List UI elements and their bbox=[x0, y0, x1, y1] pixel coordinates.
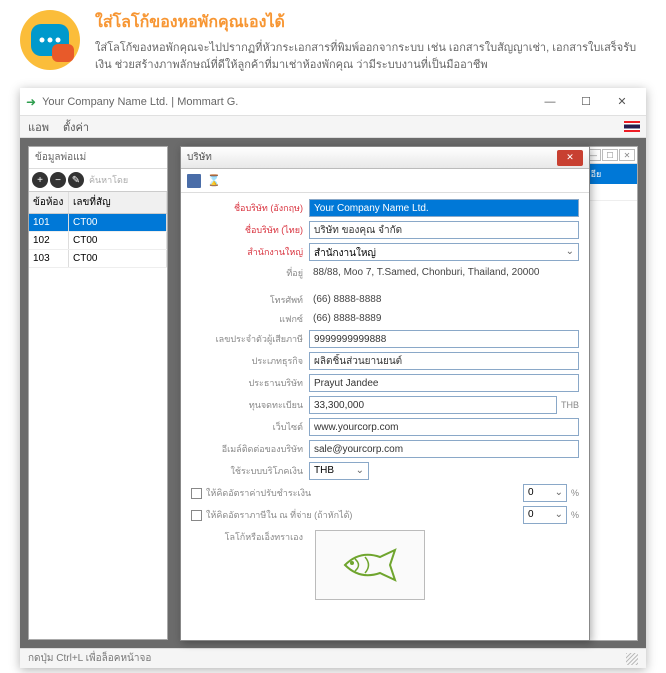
save-icon[interactable] bbox=[187, 174, 201, 188]
capital-input[interactable] bbox=[309, 396, 557, 414]
logo-preview[interactable] bbox=[315, 530, 425, 600]
ceo-input[interactable] bbox=[309, 374, 579, 392]
col-room[interactable]: ข้อห้อง bbox=[29, 192, 69, 213]
table-row[interactable]: 102CT00 bbox=[29, 232, 167, 250]
flag-icon[interactable] bbox=[624, 121, 640, 132]
fax-text: (66) 8888-8889 bbox=[309, 311, 579, 326]
remove-button[interactable]: − bbox=[50, 172, 66, 188]
fish-logo-icon bbox=[340, 545, 400, 585]
edit-button[interactable]: ✎ bbox=[68, 172, 84, 188]
search-mini[interactable]: ค้นหาโดย bbox=[86, 173, 164, 187]
promo-icon bbox=[20, 10, 80, 70]
promo-desc: ใส่โลโก้ของหอพักคุณจะไปปรากฏที่หัวกระเอก… bbox=[95, 40, 646, 73]
hq-select[interactable]: สำนักงานใหญ่ bbox=[309, 243, 579, 261]
maximize-button[interactable]: ☐ bbox=[568, 91, 604, 113]
email-input[interactable] bbox=[309, 440, 579, 458]
col-contract[interactable]: เลขที่สัญ bbox=[69, 192, 167, 213]
add-button[interactable]: + bbox=[32, 172, 48, 188]
status-text: กดปุ่ม Ctrl+L เพื่อล็อคหน้าจอ bbox=[28, 651, 151, 666]
panel-max-button[interactable]: ☐ bbox=[602, 149, 618, 161]
table-row[interactable]: 101CT00 bbox=[29, 214, 167, 232]
menubar: แอพ ตั้งค่า bbox=[20, 116, 646, 138]
hourglass-icon[interactable]: ⌛ bbox=[207, 174, 221, 187]
tax-checkbox[interactable] bbox=[191, 510, 202, 521]
close-button[interactable]: ✕ bbox=[604, 91, 640, 113]
promo-title: ใส่โลโก้ของหอพักคุณเองได้ bbox=[95, 10, 646, 35]
panel-close-button[interactable]: ✕ bbox=[619, 149, 635, 161]
panel-tab[interactable]: ข้อมูลพ่อแม่ bbox=[29, 147, 167, 169]
address-text: 88/88, Moo 7, T.Samed, Chonburi, Thailan… bbox=[309, 265, 579, 280]
late-fee-checkbox[interactable] bbox=[191, 488, 202, 499]
window-title: Your Company Name Ltd. | Mommart G. bbox=[42, 96, 238, 108]
table-row[interactable]: 103CT00 bbox=[29, 250, 167, 268]
company-dialog: บริษัท ✕ ⌛ ชื่อบริษัท (อังกฤษ) ชื่อบริษั… bbox=[180, 146, 590, 641]
dialog-close-button[interactable]: ✕ bbox=[557, 150, 583, 166]
company-name-en-input[interactable] bbox=[309, 199, 579, 217]
app-window: ➜ Your Company Name Ltd. | Mommart G. — … bbox=[20, 88, 646, 668]
grid: ข้อห้อง เลขที่สัญ 101CT00 102CT00 103CT0… bbox=[29, 191, 167, 268]
tax-pct-select[interactable]: 0 bbox=[523, 506, 567, 524]
minimize-button[interactable]: — bbox=[532, 91, 568, 113]
menu-app[interactable]: แอพ bbox=[28, 118, 49, 136]
left-panel: ข้อมูลพ่อแม่ + − ✎ ค้นหาโดย ข้อห้อง เลขท… bbox=[28, 146, 168, 640]
tax-id-input[interactable] bbox=[309, 330, 579, 348]
website-input[interactable] bbox=[309, 418, 579, 436]
company-name-th-input[interactable] bbox=[309, 221, 579, 239]
phone-text: (66) 8888-8888 bbox=[309, 292, 579, 307]
statusbar: กดปุ่ม Ctrl+L เพื่อล็อคหน้าจอ bbox=[20, 648, 646, 668]
resize-grip[interactable] bbox=[626, 653, 638, 665]
dialog-title: บริษัท bbox=[187, 150, 212, 165]
app-arrow-icon: ➜ bbox=[26, 95, 36, 109]
late-pct-select[interactable]: 0 bbox=[523, 484, 567, 502]
menu-settings[interactable]: ตั้งค่า bbox=[63, 118, 89, 136]
business-type-input[interactable] bbox=[309, 352, 579, 370]
titlebar: ➜ Your Company Name Ltd. | Mommart G. — … bbox=[20, 88, 646, 116]
currency-select[interactable]: THB bbox=[309, 462, 369, 480]
